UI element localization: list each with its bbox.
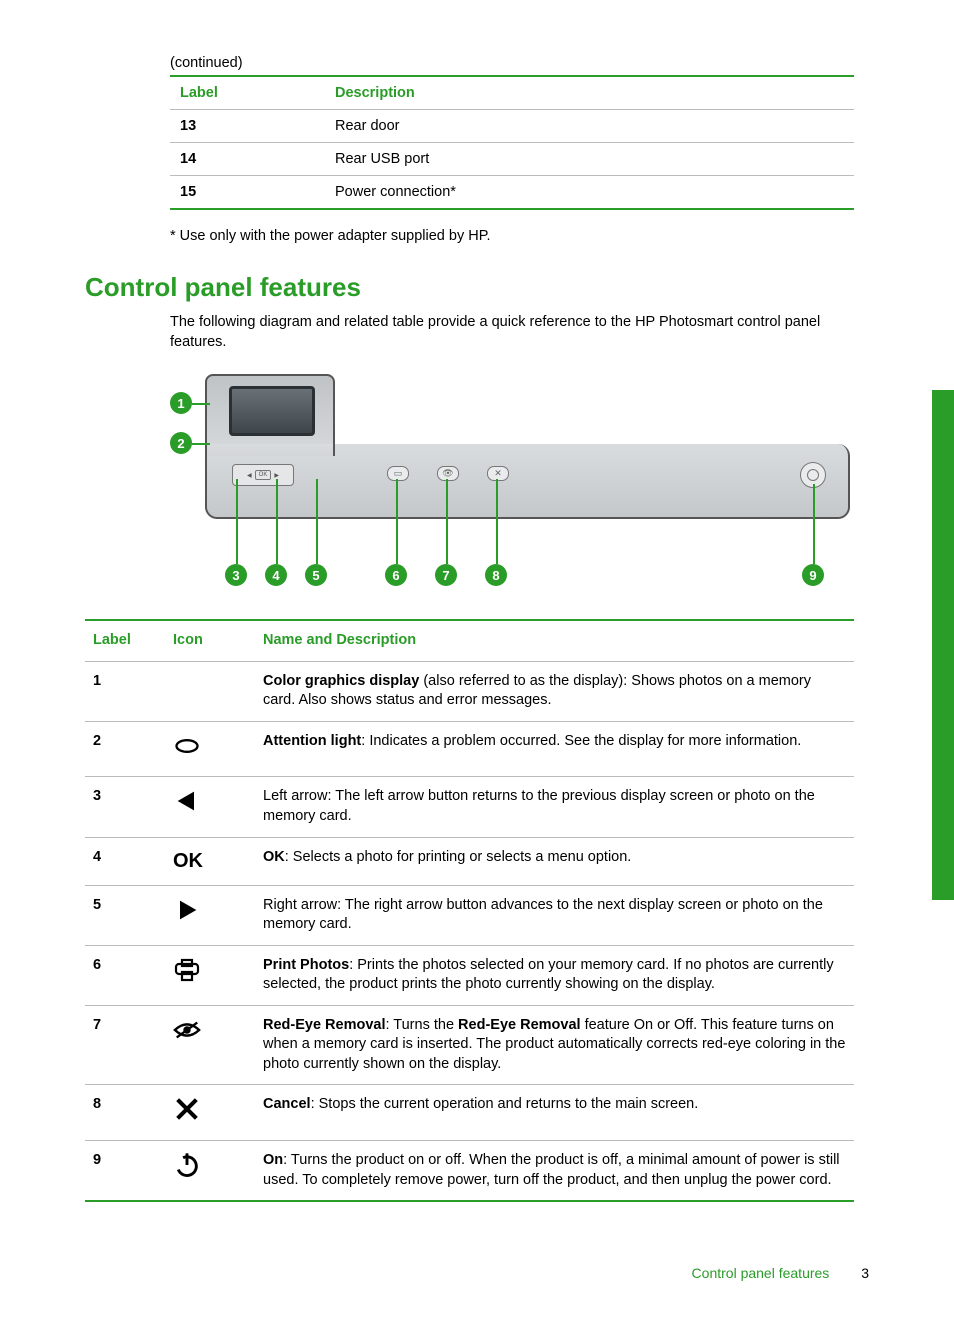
side-tab: Overview [932, 390, 954, 900]
rear-parts-table: Label Description 13 Rear door 14 Rear U… [170, 75, 854, 210]
display-screen-icon [229, 386, 315, 436]
t1-r2-desc: Power connection* [325, 176, 854, 210]
t2-header-icon: Icon [165, 620, 255, 661]
red-eye-icon [165, 1005, 255, 1085]
right-arrow-icon [165, 885, 255, 945]
table-row: 13 Rear door [170, 110, 854, 143]
row-description: Color graphics display (also referred to… [255, 661, 854, 721]
control-panel-diagram: ◀OK▶ ▭ 👁 ✕ 1 2 3 4 5 6 7 8 9 [170, 374, 850, 589]
row-label: 6 [85, 945, 165, 1005]
table-row: 14 Rear USB port [170, 143, 854, 176]
redeye-button-icon: 👁 [437, 466, 459, 481]
row-description: Right arrow: The right arrow button adva… [255, 885, 854, 945]
callout-8: 8 [485, 564, 507, 586]
t1-r0-label: 13 [170, 110, 325, 143]
callout-9: 9 [802, 564, 824, 586]
table-row: 6 Print Photos: Prints the photos selecte… [85, 945, 854, 1005]
table-row: 1 Color graphics display (also referred t… [85, 661, 854, 721]
table-row: 9 On: Turns the product on or off. When t… [85, 1141, 854, 1202]
cancel-button-icon: ✕ [487, 466, 509, 481]
row-description: Red-Eye Removal: Turns the Red-Eye Remov… [255, 1005, 854, 1085]
page-footer: Control panel features 3 [692, 1265, 869, 1281]
callout-5: 5 [305, 564, 327, 586]
cancel-icon [165, 1085, 255, 1141]
row-label: 4 [85, 837, 165, 885]
callout-4: 4 [265, 564, 287, 586]
page-number: 3 [861, 1265, 869, 1281]
table-row: 4OKOK: Selects a photo for printing or s… [85, 837, 854, 885]
row-description: OK: Selects a photo for printing or sele… [255, 837, 854, 885]
row-label: 3 [85, 777, 165, 837]
t1-r2-label: 15 [170, 176, 325, 210]
blank-icon [165, 661, 255, 721]
row-label: 7 [85, 1005, 165, 1085]
t1-header-desc: Description [325, 76, 854, 110]
row-description: On: Turns the product on or off. When th… [255, 1141, 854, 1202]
callout-1: 1 [170, 392, 192, 414]
callout-6: 6 [385, 564, 407, 586]
left-arrow-icon [165, 777, 255, 837]
t1-header-label: Label [170, 76, 325, 110]
row-description: Left arrow: The left arrow button return… [255, 777, 854, 837]
panel-top [205, 374, 335, 454]
continued-label: (continued) [170, 55, 869, 71]
row-label: 1 [85, 661, 165, 721]
ok-icon: OK [165, 837, 255, 885]
footnote: * Use only with the power adapter suppli… [170, 228, 869, 244]
table-row: 15 Power connection* [170, 176, 854, 210]
table-row: 7 Red-Eye Removal: Turns the Red-Eye Remo… [85, 1005, 854, 1085]
row-label: 8 [85, 1085, 165, 1141]
table-row: 3 Left arrow: The left arrow button retur… [85, 777, 854, 837]
table-row: 8 Cancel: Stops the current operation and… [85, 1085, 854, 1141]
t1-r1-label: 14 [170, 143, 325, 176]
t2-header-label: Label [85, 620, 165, 661]
attention-light-icon [165, 721, 255, 777]
control-panel-table: Label Icon Name and Description 1 Color g… [85, 619, 854, 1202]
t1-r1-desc: Rear USB port [325, 143, 854, 176]
row-description: Print Photos: Prints the photos selected… [255, 945, 854, 1005]
t1-r0-desc: Rear door [325, 110, 854, 143]
section-heading: Control panel features [85, 272, 869, 303]
callout-2: 2 [170, 432, 192, 454]
footer-title: Control panel features [692, 1265, 830, 1281]
row-description: Cancel: Stops the current operation and … [255, 1085, 854, 1141]
dpad-icon: ◀OK▶ [232, 464, 294, 486]
print-button-icon: ▭ [387, 466, 409, 481]
t2-header-desc: Name and Description [255, 620, 854, 661]
row-label: 2 [85, 721, 165, 777]
intro-paragraph: The following diagram and related table … [170, 313, 869, 352]
callout-3: 3 [225, 564, 247, 586]
row-label: 5 [85, 885, 165, 945]
power-icon [165, 1141, 255, 1202]
table-row: 5 Right arrow: The right arrow button adv… [85, 885, 854, 945]
callout-7: 7 [435, 564, 457, 586]
table-row: 2 Attention light: Indicates a problem oc… [85, 721, 854, 777]
row-label: 9 [85, 1141, 165, 1202]
print-photos-icon [165, 945, 255, 1005]
row-description: Attention light: Indicates a problem occ… [255, 721, 854, 777]
